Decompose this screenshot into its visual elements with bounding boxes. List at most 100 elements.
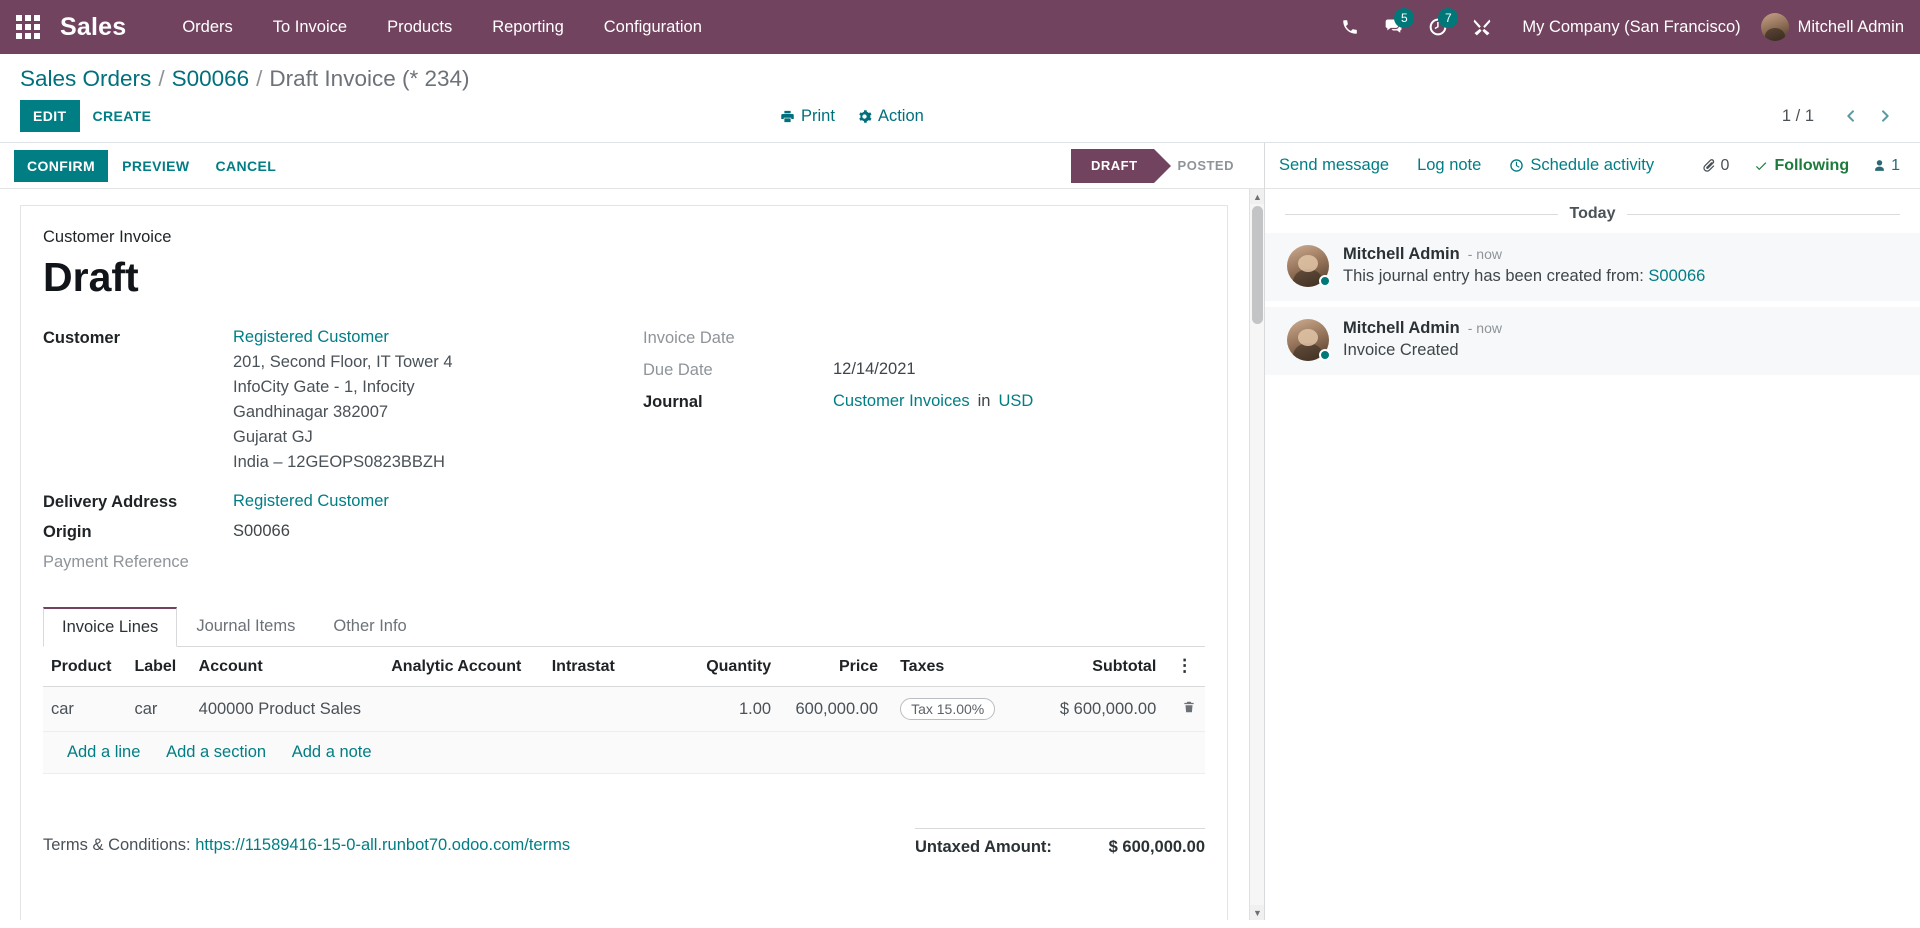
- cell-delete[interactable]: [1164, 686, 1205, 733]
- printer-icon: [781, 110, 794, 122]
- trash-icon[interactable]: [1174, 700, 1196, 718]
- preview-button[interactable]: PREVIEW: [110, 151, 201, 181]
- cell-quantity[interactable]: 1.00: [661, 686, 780, 733]
- scroll-up-arrow-icon[interactable]: ▲: [1250, 189, 1264, 204]
- cell-analytic-account[interactable]: [383, 686, 544, 733]
- navbar-systray: 5 7 My Company (San Francisco) Mitchell …: [1328, 0, 1920, 54]
- apps-menu-button[interactable]: [0, 0, 56, 54]
- table-row[interactable]: car car 400000 Product Sales 1.00 600,00…: [43, 686, 1205, 733]
- following-button[interactable]: Following: [1753, 157, 1849, 175]
- phone-button[interactable]: [1328, 0, 1372, 54]
- pager-previous-button[interactable]: [1836, 101, 1866, 131]
- customer-name-link[interactable]: Registered Customer: [233, 325, 453, 350]
- print-menu-button[interactable]: Print: [780, 107, 835, 126]
- sheet-footer: Terms & Conditions: https://11589416-15-…: [43, 828, 1205, 857]
- scrollbar-thumb[interactable]: [1252, 206, 1263, 324]
- attachments-button[interactable]: 0: [1701, 157, 1729, 175]
- edit-button[interactable]: EDIT: [20, 100, 80, 132]
- trash-glyph: [1183, 701, 1194, 713]
- messages-button[interactable]: 5: [1372, 0, 1416, 54]
- print-label: Print: [801, 106, 835, 125]
- currency-link[interactable]: USD: [998, 389, 1033, 414]
- field-delivery-address: Delivery Address Registered Customer: [43, 489, 643, 515]
- delivery-address-link[interactable]: Registered Customer: [233, 489, 389, 514]
- form-sheet: Customer Invoice Draft Customer Register…: [20, 205, 1228, 920]
- action-menu-button[interactable]: Action: [857, 107, 924, 126]
- chatter-panel: Send message Log note Schedule activity …: [1265, 143, 1920, 920]
- tab-journal-items[interactable]: Journal Items: [177, 607, 314, 647]
- schedule-activity-button[interactable]: Schedule activity: [1509, 156, 1654, 175]
- activities-button[interactable]: 7: [1416, 0, 1460, 54]
- apps-grid-icon: [16, 15, 40, 39]
- pager-value: 1 / 1: [1781, 106, 1814, 125]
- page-title: Draft: [43, 254, 139, 300]
- message-text: Invoice Created: [1343, 341, 1459, 359]
- cell-price[interactable]: 600,000.00: [779, 686, 887, 733]
- avatar: [1287, 245, 1331, 287]
- customer-address-line-3: Gandhinagar 382007: [233, 403, 389, 422]
- activities-counter: 7: [1438, 8, 1459, 28]
- create-button[interactable]: CREATE: [80, 100, 165, 132]
- followers-button[interactable]: 1: [1873, 157, 1900, 175]
- menu-item-products[interactable]: Products: [367, 0, 472, 54]
- separator-line-left: [1285, 213, 1558, 215]
- list-item: Mitchell Admin - now This journal entry …: [1265, 233, 1920, 301]
- log-note-button[interactable]: Log note: [1417, 156, 1481, 175]
- app-brand-sales[interactable]: Sales: [56, 13, 136, 42]
- paperclip-icon: [1702, 159, 1714, 172]
- add-a-section-button[interactable]: Add a section: [166, 743, 266, 761]
- form-fields-left: Customer Registered Customer 201, Second…: [43, 325, 643, 579]
- cell-label[interactable]: car: [126, 686, 191, 733]
- tab-other-info[interactable]: Other Info: [314, 607, 425, 647]
- menu-item-to-invoice[interactable]: To Invoice: [253, 0, 367, 54]
- cell-taxes[interactable]: Tax 15.00%: [886, 686, 1015, 733]
- message-body: Mitchell Admin - now This journal entry …: [1343, 245, 1900, 287]
- customer-address-line-4: Gujarat GJ: [233, 428, 313, 447]
- untaxed-amount-value: $ 600,000.00: [1108, 838, 1205, 857]
- column-subtotal: Subtotal: [1014, 647, 1165, 688]
- send-message-button[interactable]: Send message: [1279, 156, 1389, 175]
- pager-next-button[interactable]: [1870, 101, 1900, 131]
- origin-value: S00066: [233, 522, 290, 541]
- column-account: Account: [190, 647, 384, 688]
- breadcrumb-item-sales-orders[interactable]: Sales Orders: [20, 66, 151, 92]
- breadcrumb-current-record: Draft Invoice (* 234): [269, 66, 470, 91]
- control-panel-tools: Print Action: [780, 107, 924, 126]
- menu-item-configuration[interactable]: Configuration: [584, 0, 722, 54]
- add-a-note-button[interactable]: Add a note: [292, 743, 372, 761]
- cell-product[interactable]: car: [43, 686, 127, 733]
- tab-invoice-lines[interactable]: Invoice Lines: [43, 607, 178, 648]
- scroll-down-arrow-icon[interactable]: ▼: [1250, 905, 1264, 920]
- add-a-line-button[interactable]: Add a line: [67, 743, 140, 761]
- totals-block: Untaxed Amount: $ 600,000.00: [915, 828, 1205, 857]
- menu-item-orders[interactable]: Orders: [162, 0, 252, 54]
- status-draft[interactable]: DRAFT: [1070, 148, 1172, 183]
- customer-address-line-2: InfoCity Gate - 1, Infocity: [233, 378, 415, 397]
- invoice-lines-body: car car 400000 Product Sales 1.00 600,00…: [43, 686, 1205, 775]
- message-header: Mitchell Admin - now: [1343, 245, 1900, 264]
- terms-label: Terms & Conditions:: [43, 836, 191, 855]
- optional-columns-button[interactable]: ⋮: [1164, 647, 1205, 688]
- notebook: Invoice Lines Journal Items Other Info P…: [43, 607, 1205, 775]
- confirm-button[interactable]: CONFIRM: [14, 149, 109, 182]
- user-menu[interactable]: Mitchell Admin: [1755, 13, 1904, 41]
- breadcrumb-item-s00066[interactable]: S00066: [172, 66, 250, 92]
- separator-line-right: [1627, 213, 1900, 215]
- developer-tools-button[interactable]: [1460, 0, 1504, 54]
- cell-intrastat[interactable]: [543, 686, 662, 733]
- breadcrumb-separator-2: /: [256, 66, 263, 91]
- company-switcher[interactable]: My Company (San Francisco): [1504, 18, 1754, 37]
- terms-url-link[interactable]: https://11589416-15-0-all.runbot70.odoo.…: [195, 836, 570, 854]
- journal-link[interactable]: Customer Invoices: [833, 389, 970, 414]
- field-invoice-date: Invoice Date: [643, 325, 1205, 351]
- menu-item-reporting[interactable]: Reporting: [472, 0, 584, 54]
- main-menu: Orders To Invoice Products Reporting Con…: [162, 0, 722, 54]
- customer-address-line-1: 201, Second Floor, IT Tower 4: [233, 353, 453, 372]
- cancel-button[interactable]: CANCEL: [204, 151, 289, 181]
- message-author: Mitchell Admin: [1343, 319, 1460, 337]
- form-vertical-scrollbar[interactable]: ▲ ▼: [1249, 189, 1264, 920]
- field-due-date: Due Date 12/14/2021: [643, 357, 1205, 383]
- message-origin-link[interactable]: S00066: [1648, 267, 1705, 285]
- terms-and-conditions: Terms & Conditions: https://11589416-15-…: [43, 828, 915, 855]
- cell-account[interactable]: 400000 Product Sales: [190, 686, 384, 733]
